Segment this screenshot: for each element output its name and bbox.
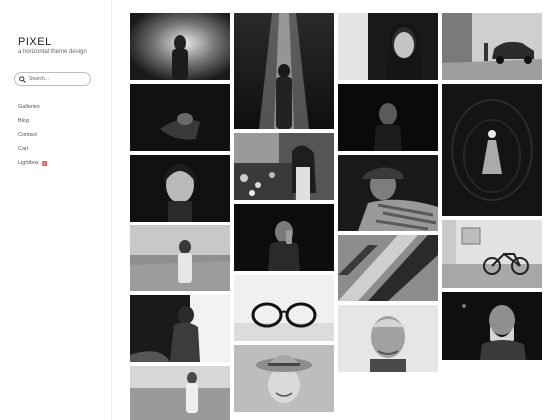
photo-image <box>130 366 230 420</box>
photo-portrait-of-woman[interactable] <box>130 155 230 222</box>
photo-figure-in-light-rays[interactable] <box>234 13 334 129</box>
photo-image <box>130 225 230 291</box>
photo-elderly-man-smiling[interactable] <box>338 305 438 372</box>
photo-gallery <box>0 0 560 420</box>
photo-girl-with-dark-hair[interactable] <box>338 13 438 80</box>
photo-child-with-straw-hat[interactable] <box>234 345 334 412</box>
photo-man-with-vintage-car[interactable] <box>442 13 542 80</box>
photo-woman-in-field[interactable] <box>130 366 230 420</box>
photo-person-in-dark[interactable] <box>130 84 230 151</box>
photo-image <box>234 133 334 200</box>
photo-man-with-hand-to-face[interactable] <box>234 204 334 271</box>
photo-image <box>234 204 334 271</box>
photo-swimmer-in-dark-water[interactable] <box>442 84 542 216</box>
photo-image <box>442 13 542 80</box>
photo-image <box>338 305 438 372</box>
photo-shadow-pattern[interactable] <box>338 235 438 301</box>
photo-image <box>338 155 438 231</box>
photo-woman-silhouette[interactable] <box>130 295 230 362</box>
photo-image <box>442 84 542 216</box>
photo-image <box>442 292 542 360</box>
photo-image <box>234 13 334 129</box>
photo-image <box>130 155 230 222</box>
photo-image <box>130 295 230 362</box>
photo-old-man-with-hat[interactable] <box>338 155 438 231</box>
photo-woman-in-grass-field[interactable] <box>130 225 230 291</box>
photo-image <box>130 13 230 80</box>
photo-figure-in-fog[interactable] <box>130 13 230 80</box>
photo-image <box>234 275 334 341</box>
photo-image <box>234 345 334 412</box>
photo-image <box>130 84 230 151</box>
photo-old-man-with-beard[interactable] <box>442 292 542 360</box>
photo-image <box>338 13 438 80</box>
photo-image <box>338 84 438 151</box>
photo-image <box>442 220 542 288</box>
photo-bicycle-by-wall[interactable] <box>442 220 542 288</box>
photo-image <box>338 235 438 301</box>
photo-eyeglasses[interactable] <box>234 275 334 341</box>
photo-woman-in-flower-garden[interactable] <box>234 133 334 200</box>
photo-face-in-shadow[interactable] <box>338 84 438 151</box>
